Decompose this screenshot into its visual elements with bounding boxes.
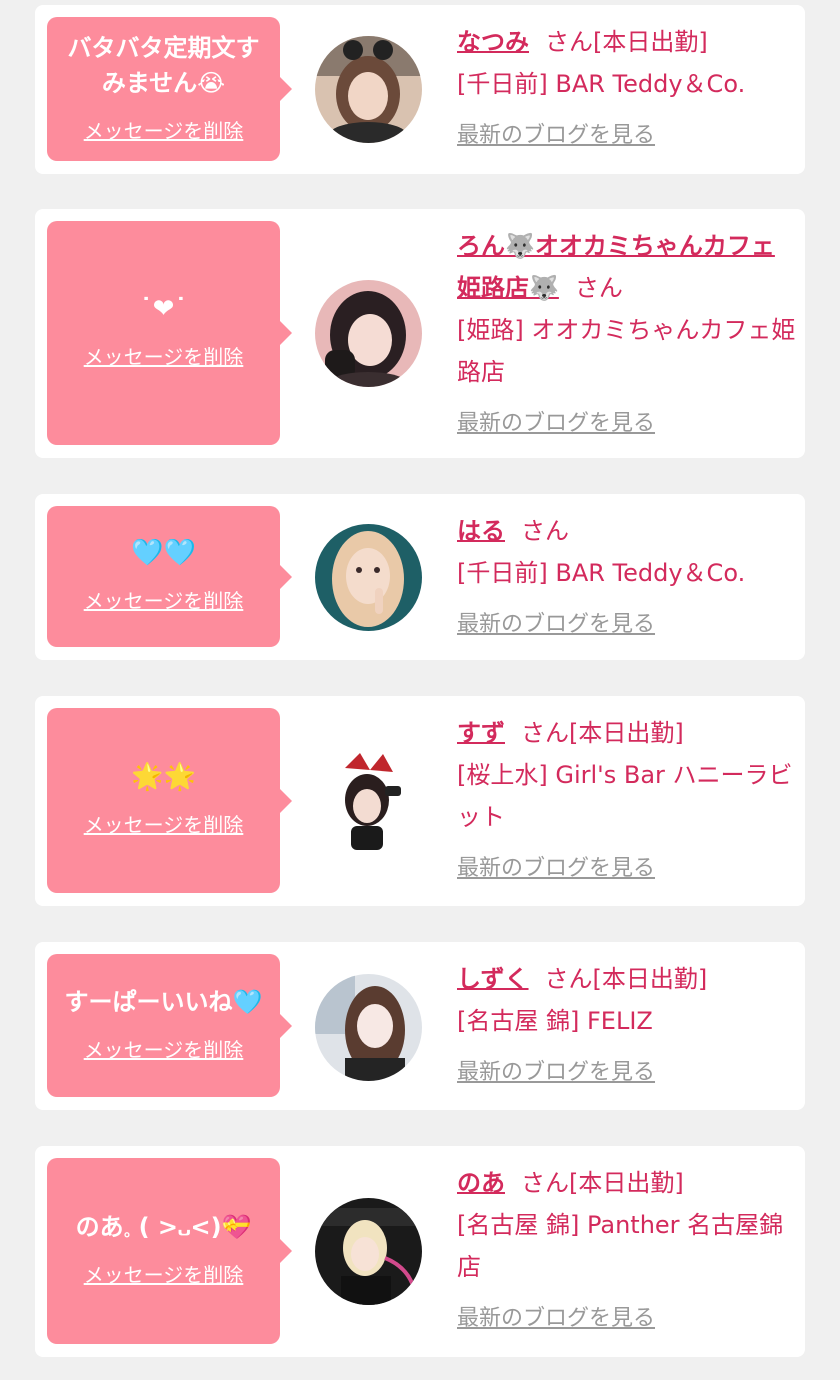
avatar-photo-icon [315,36,422,143]
cast-info: のあ さん[本日出勤] [名古屋 錦] Panther 名古屋錦店 最新のブログを… [457,1162,797,1340]
shop-name: [名古屋 錦] FELIZ [457,1007,653,1035]
latest-blog-link[interactable]: 最新のブログを見る [457,848,655,890]
shop-name: [千日前] BAR Teddy＆Co. [457,70,746,98]
message-bubble: 🩵🩵 メッセージを削除 [47,506,292,647]
cast-info: はる さん [千日前] BAR Teddy＆Co. 最新のブログを見る [457,510,797,646]
avatar[interactable] [315,36,422,143]
cast-name-link[interactable]: のあ [457,1169,505,1197]
message-card: バタバタ定期文すみません😭 メッセージを削除 なつみ さん[本日出勤] [千日前]… [35,5,805,174]
avatar-photo-icon [315,1198,422,1305]
delete-message-link[interactable]: メッセージを削除 [84,115,244,144]
honorific: さん [521,517,569,545]
cast-info: なつみ さん[本日出勤] [千日前] BAR Teddy＆Co. 最新のブログを見… [457,21,797,157]
message-text: のあ𓈒 ( >᎑<)💝 [75,1213,252,1241]
avatar[interactable] [315,524,422,631]
avatar[interactable] [315,974,422,1081]
message-bubble: ˙❤︎˙ メッセージを削除 [47,221,292,445]
shop-name: [千日前] BAR Teddy＆Co. [457,559,746,587]
message-card: 🩵🩵 メッセージを削除 はる さん [千日前] BAR Teddy＆Co. 最新の… [35,494,805,660]
latest-blog-link[interactable]: 最新のブログを見る [457,1298,655,1340]
name-line: すず さん[本日出勤] [457,712,797,754]
shop-name: [姫路] オオカミちゃんカフェ姫路店 [457,316,796,386]
name-line: はる さん [457,510,797,552]
message-bubble: 🌟🌟 メッセージを削除 [47,708,292,893]
avatar-photo-icon [315,524,422,631]
message-text: ˙❤︎˙ [139,294,188,324]
message-card: のあ𓈒 ( >᎑<)💝 メッセージを削除 のあ さん[本日出勤] [名古屋 錦] … [35,1146,805,1357]
name-line: なつみ さん[本日出勤] [457,21,797,63]
status-badge: [本日出勤] [592,965,708,993]
cast-name-link[interactable]: なつみ [457,28,529,56]
cast-info: ろん🐺オオカミちゃんカフェ姫路店🐺 さん [姫路] オオカミちゃんカフェ姫路店 最… [457,225,797,445]
message-text: 🩵🩵 [131,537,196,568]
cast-name-link[interactable]: すず [457,719,505,747]
status-badge: [本日出勤] [569,719,684,747]
message-card: 🌟🌟 メッセージを削除 すず さん[本日出勤] [桜上水] Girl's Bar … [35,696,805,906]
cast-info: しずく さん[本日出勤] [名古屋 錦] FELIZ 最新のブログを見る [457,958,797,1094]
name-line: しずく さん[本日出勤] [457,958,797,1000]
message-bubble: バタバタ定期文すみません😭 メッセージを削除 [47,17,292,161]
message-text: 🌟🌟 [131,761,196,792]
honorific: さん [574,274,623,302]
honorific: さん [521,1169,569,1197]
latest-blog-link[interactable]: 最新のブログを見る [457,1052,655,1094]
honorific: さん [521,719,569,747]
latest-blog-link[interactable]: 最新のブログを見る [457,403,655,445]
delete-message-link[interactable]: メッセージを削除 [84,341,244,370]
delete-message-link[interactable]: メッセージを削除 [84,1259,244,1288]
delete-message-link[interactable]: メッセージを削除 [84,809,244,838]
avatar-photo-icon [315,974,422,1081]
avatar[interactable] [315,1198,422,1305]
message-list: バタバタ定期文すみません😭 メッセージを削除 なつみ さん[本日出勤] [千日前]… [0,0,840,1380]
name-line: のあ さん[本日出勤] [457,1162,797,1204]
latest-blog-link[interactable]: 最新のブログを見る [457,604,655,646]
cast-info: すず さん[本日出勤] [桜上水] Girl's Bar ハニーラビット 最新のブ… [457,712,797,890]
delete-message-link[interactable]: メッセージを削除 [84,1034,244,1063]
cast-name-link[interactable]: はる [457,517,505,545]
shop-name: [名古屋 錦] Panther 名古屋錦店 [457,1211,784,1281]
avatar-photo-icon [315,748,422,855]
message-text: バタバタ定期文すみません😭 [67,33,260,97]
honorific: さん [544,965,593,993]
delete-message-link[interactable]: メッセージを削除 [84,585,244,614]
avatar[interactable] [315,748,422,855]
shop-name: [桜上水] Girl's Bar ハニーラビット [457,761,793,831]
status-badge: [本日出勤] [593,28,708,56]
avatar-photo-icon [315,280,422,387]
cast-name-link[interactable]: しずく [457,965,529,993]
avatar[interactable] [315,280,422,387]
message-bubble: のあ𓈒 ( >᎑<)💝 メッセージを削除 [47,1158,292,1344]
message-bubble: すーぱーいいね🩵 メッセージを削除 [47,954,292,1097]
message-text: すーぱーいいね🩵 [64,987,263,1016]
message-card: すーぱーいいね🩵 メッセージを削除 しずく さん[本日出勤] [名古屋 錦] FE… [35,942,805,1110]
name-line: ろん🐺オオカミちゃんカフェ姫路店🐺 さん [457,225,797,309]
status-badge: [本日出勤] [569,1169,684,1197]
latest-blog-link[interactable]: 最新のブログを見る [457,115,655,157]
honorific: さん [545,28,593,56]
message-card: ˙❤︎˙ メッセージを削除 ろん🐺オオカミちゃんカフェ姫路店🐺 さん [姫路] オ… [35,209,805,458]
